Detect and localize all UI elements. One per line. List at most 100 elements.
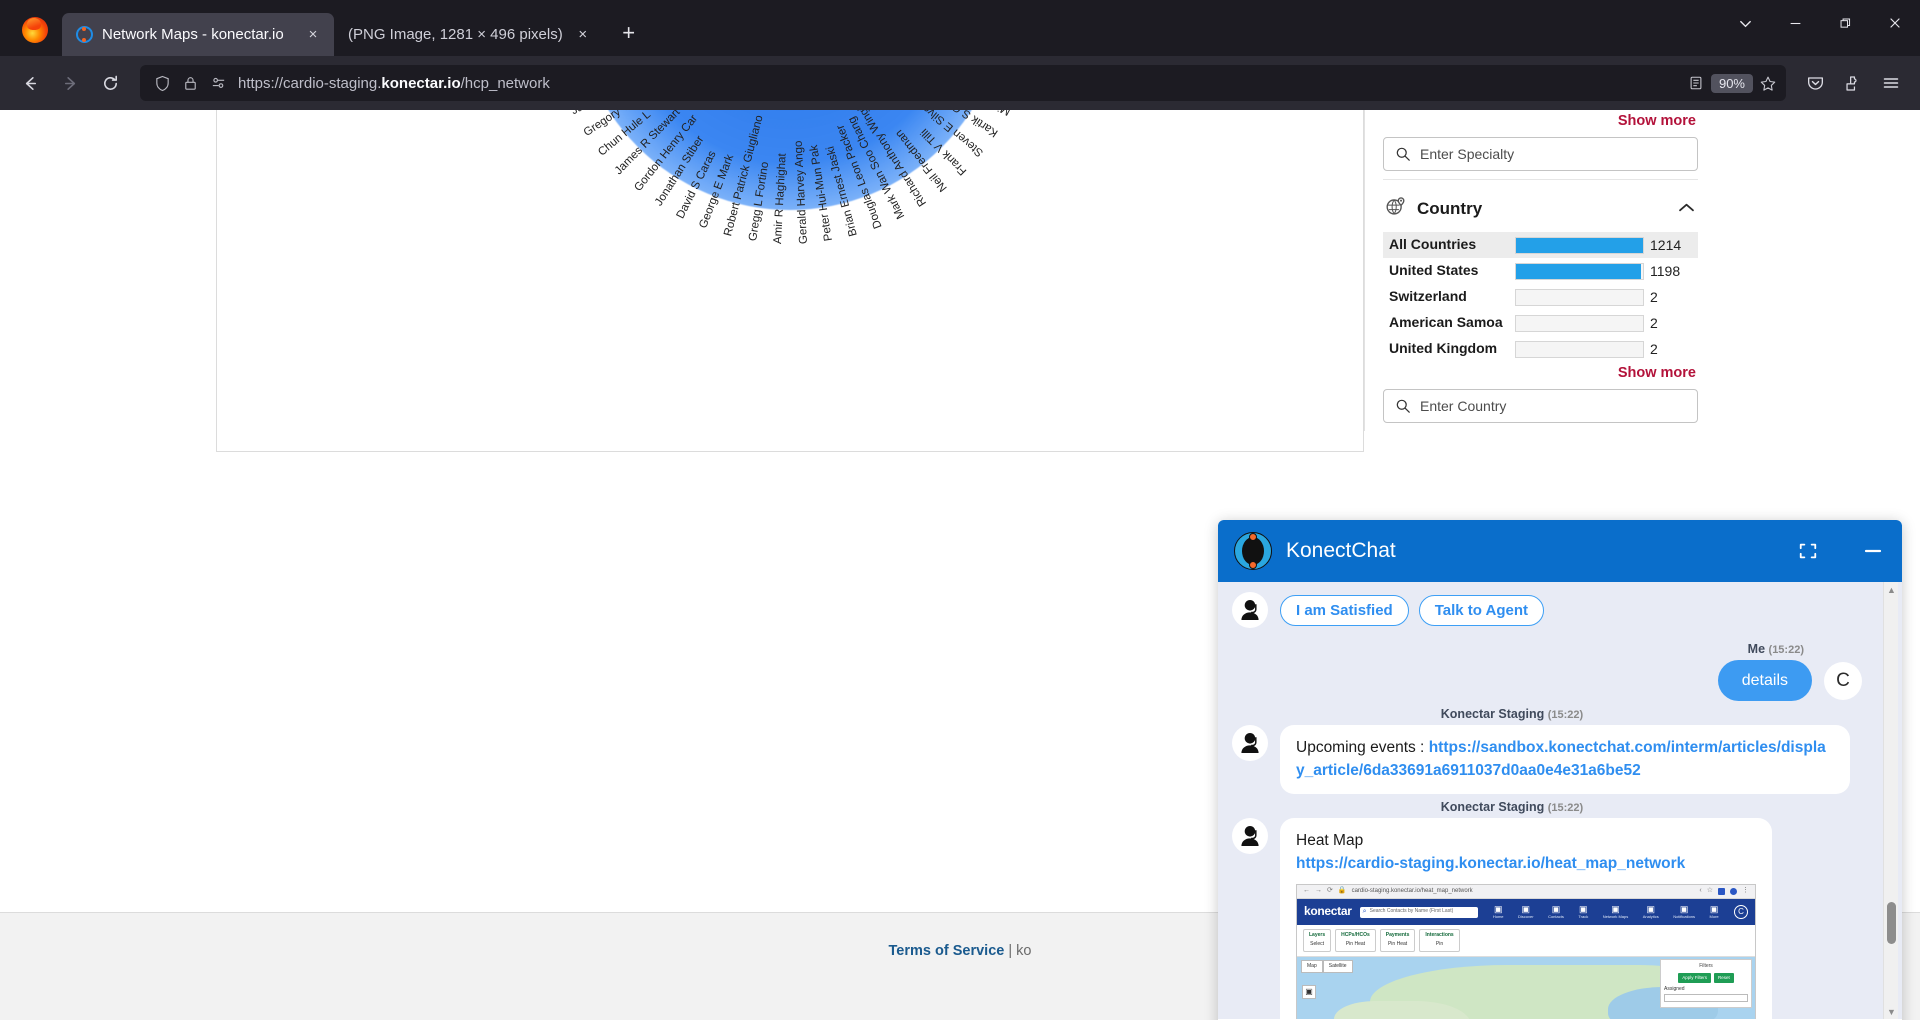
- chat-collapse-icon[interactable]: [1798, 541, 1818, 561]
- tracking-protection-icon[interactable]: [210, 75, 227, 92]
- thumb-control-group: HCPs/HCOs Pin Heat: [1335, 929, 1376, 952]
- new-tab-button[interactable]: +: [614, 18, 644, 48]
- thumb-nav-item: ▣ Home: [1492, 903, 1504, 919]
- thumb-app-nav: konectar Search Contacts by Name (First L…: [1297, 899, 1755, 926]
- thumb-search-input: Search Contacts by Name (First Last): [1359, 906, 1478, 918]
- message-sender: Konectar Staging: [1440, 707, 1545, 722]
- chevron-up-icon[interactable]: [1677, 199, 1696, 219]
- lock-icon[interactable]: [182, 75, 199, 92]
- country-facet-header[interactable]: Country: [1383, 186, 1698, 232]
- specialty-search-input[interactable]: Enter Specialty: [1383, 137, 1698, 171]
- tab-close-icon[interactable]: ×: [302, 24, 324, 46]
- url-text: https://cardio-staging.konectar.io/hcp_n…: [238, 75, 1677, 92]
- tab-close-icon[interactable]: ×: [572, 24, 594, 46]
- country-filter-row[interactable]: All Countries 1214: [1383, 232, 1698, 258]
- message-timestamp: (15:22): [1547, 802, 1584, 815]
- filters-divider: [1383, 179, 1698, 180]
- url-bar[interactable]: https://cardio-staging.konectar.io/hcp_n…: [140, 65, 1786, 101]
- back-button[interactable]: [12, 65, 48, 101]
- firefox-logo-icon: [22, 17, 48, 43]
- message-link[interactable]: https://cardio-staging.konectar.io/heat_…: [1296, 855, 1685, 872]
- thumb-control-title: Layers: [1309, 932, 1326, 939]
- country-filter-row[interactable]: United States 1198: [1383, 258, 1698, 284]
- country-search-input[interactable]: Enter Country: [1383, 389, 1698, 423]
- thumb-nav-item: ▣ Notifications: [1673, 903, 1696, 919]
- page-viewport: WilliamCharles RJae KuenGregory T Altemo…: [0, 110, 1920, 1020]
- network-node-label[interactable]: Amir R Haghighat: [772, 153, 789, 244]
- scroll-down-arrow-icon[interactable]: ▼: [1884, 1004, 1899, 1019]
- footer-inner: Terms of Service | ko: [889, 943, 1032, 959]
- country-search-placeholder: Enter Country: [1420, 398, 1507, 414]
- country-filter-count: 1198: [1650, 263, 1681, 279]
- network-node-label[interactable]: Gerald Harvey Ango: [792, 140, 809, 244]
- konectchat-widget: KonectChat I am Satisfied Talk to Agent …: [1218, 520, 1902, 1020]
- message-label: Upcoming events :: [1296, 739, 1429, 757]
- country-filter-label: United States: [1389, 262, 1479, 279]
- specialty-show-more-link[interactable]: Show more: [1383, 110, 1698, 132]
- thumb-browser-bar: ← → ⟳ 🔒 cardio-staging.konectar.io/heat_map_…: [1297, 885, 1755, 900]
- shield-icon[interactable]: [154, 75, 171, 92]
- message-thumbnail-preview[interactable]: ← → ⟳ 🔒 cardio-staging.konectar.io/heat_map_…: [1296, 884, 1756, 1019]
- zoom-level-badge[interactable]: 90%: [1710, 73, 1753, 93]
- thumb-nav-item: ▣ Analytics: [1642, 903, 1659, 919]
- bookmark-star-icon[interactable]: [1759, 75, 1776, 92]
- tab-network-maps[interactable]: Network Maps - konectar.io ×: [62, 13, 334, 56]
- tab-png-image[interactable]: (PNG Image, 1281 × 496 pixels) ×: [334, 13, 604, 56]
- konectar-favicon-icon: [76, 26, 93, 43]
- forward-button[interactable]: [52, 65, 88, 101]
- agent-avatar: [1232, 818, 1268, 855]
- terms-of-service-link[interactable]: Terms of Service: [889, 943, 1005, 959]
- message-bubble[interactable]: Heat Map https://cardio-staging.konectar.…: [1280, 818, 1772, 1019]
- message-bubble[interactable]: Upcoming events : https://sandbox.konect…: [1280, 725, 1850, 795]
- thumb-brand: konectar: [1304, 904, 1352, 919]
- country-filter-bar: [1515, 314, 1644, 332]
- message-row: details C: [1232, 660, 1862, 702]
- country-show-more-link[interactable]: Show more: [1383, 362, 1698, 384]
- thumb-control-title: Payments: [1385, 932, 1410, 939]
- extensions-icon[interactable]: [1836, 66, 1870, 100]
- thumb-filters-panel: Filters Apply Filters Reset Assigned: [1660, 958, 1752, 1008]
- network-graph-card[interactable]: WilliamCharles RJae KuenGregory T Altemo…: [216, 110, 1364, 452]
- thumb-map-tool-icon: ▣: [1302, 984, 1316, 999]
- message-meta: Konectar Staging (15:22): [1232, 800, 1862, 814]
- thumb-map-type-buttons: Map Satellite: [1301, 959, 1353, 973]
- thumb-filter-field-label: Assigned: [1664, 986, 1685, 993]
- messages-container: Me (15:22) details C Konectar Staging (15:2…: [1232, 642, 1862, 1019]
- country-filter-label: All Countries: [1389, 236, 1477, 253]
- message-row: Upcoming events : https://sandbox.konect…: [1232, 725, 1862, 795]
- message-row: Heat Map https://cardio-staging.konectar.…: [1232, 818, 1862, 1019]
- chat-message: Me (15:22) details C: [1232, 642, 1862, 702]
- window-close-icon[interactable]: [1870, 0, 1920, 46]
- chat-scrollbar[interactable]: ▲ ▼: [1883, 582, 1898, 1019]
- window-minimize-icon[interactable]: [1770, 0, 1820, 46]
- thumb-control-body: Pin Heat: [1387, 941, 1408, 948]
- thumb-nav-item: ▣ Contacts: [1548, 903, 1564, 919]
- quick-reply-chip[interactable]: I am Satisfied: [1280, 594, 1409, 626]
- country-filter-row[interactable]: American Samoa 2: [1383, 310, 1698, 336]
- app-menu-icon[interactable]: [1874, 66, 1908, 100]
- country-filter-row[interactable]: United Kingdom 2: [1383, 336, 1698, 362]
- window-maximize-icon[interactable]: [1820, 0, 1870, 46]
- browser-window: Network Maps - konectar.io × (PNG Image,…: [0, 0, 1920, 1020]
- scrollbar-thumb[interactable]: [1887, 902, 1896, 944]
- thumb-map-button: Satellite: [1322, 959, 1353, 973]
- pocket-icon[interactable]: [1798, 66, 1832, 100]
- chat-message-list[interactable]: I am Satisfied Talk to Agent Me (15:22) de…: [1218, 582, 1902, 1019]
- chat-minimize-icon[interactable]: [1862, 540, 1884, 562]
- reload-button[interactable]: [92, 65, 128, 101]
- reader-mode-icon[interactable]: [1688, 75, 1705, 92]
- list-all-tabs-icon[interactable]: [1720, 0, 1770, 46]
- chat-header: KonectChat: [1218, 520, 1902, 582]
- thumb-control-group: Layers Select: [1303, 929, 1332, 952]
- message-timestamp: (15:22): [1768, 644, 1804, 656]
- country-filter-bar: [1515, 262, 1644, 280]
- message-label: Heat Map: [1296, 832, 1364, 850]
- specialty-search-placeholder: Enter Specialty: [1420, 146, 1515, 162]
- country-filter-row[interactable]: Switzerland 2: [1383, 284, 1698, 310]
- message-bubble[interactable]: details: [1717, 660, 1812, 702]
- thumb-control-body: Pin Heat: [1345, 941, 1366, 948]
- chat-message: Konectar Staging (15:22) Upcoming events …: [1232, 707, 1862, 795]
- country-filter-bar: [1515, 236, 1644, 254]
- scroll-up-arrow-icon[interactable]: ▲: [1884, 582, 1899, 597]
- quick-reply-chip[interactable]: Talk to Agent: [1418, 594, 1545, 626]
